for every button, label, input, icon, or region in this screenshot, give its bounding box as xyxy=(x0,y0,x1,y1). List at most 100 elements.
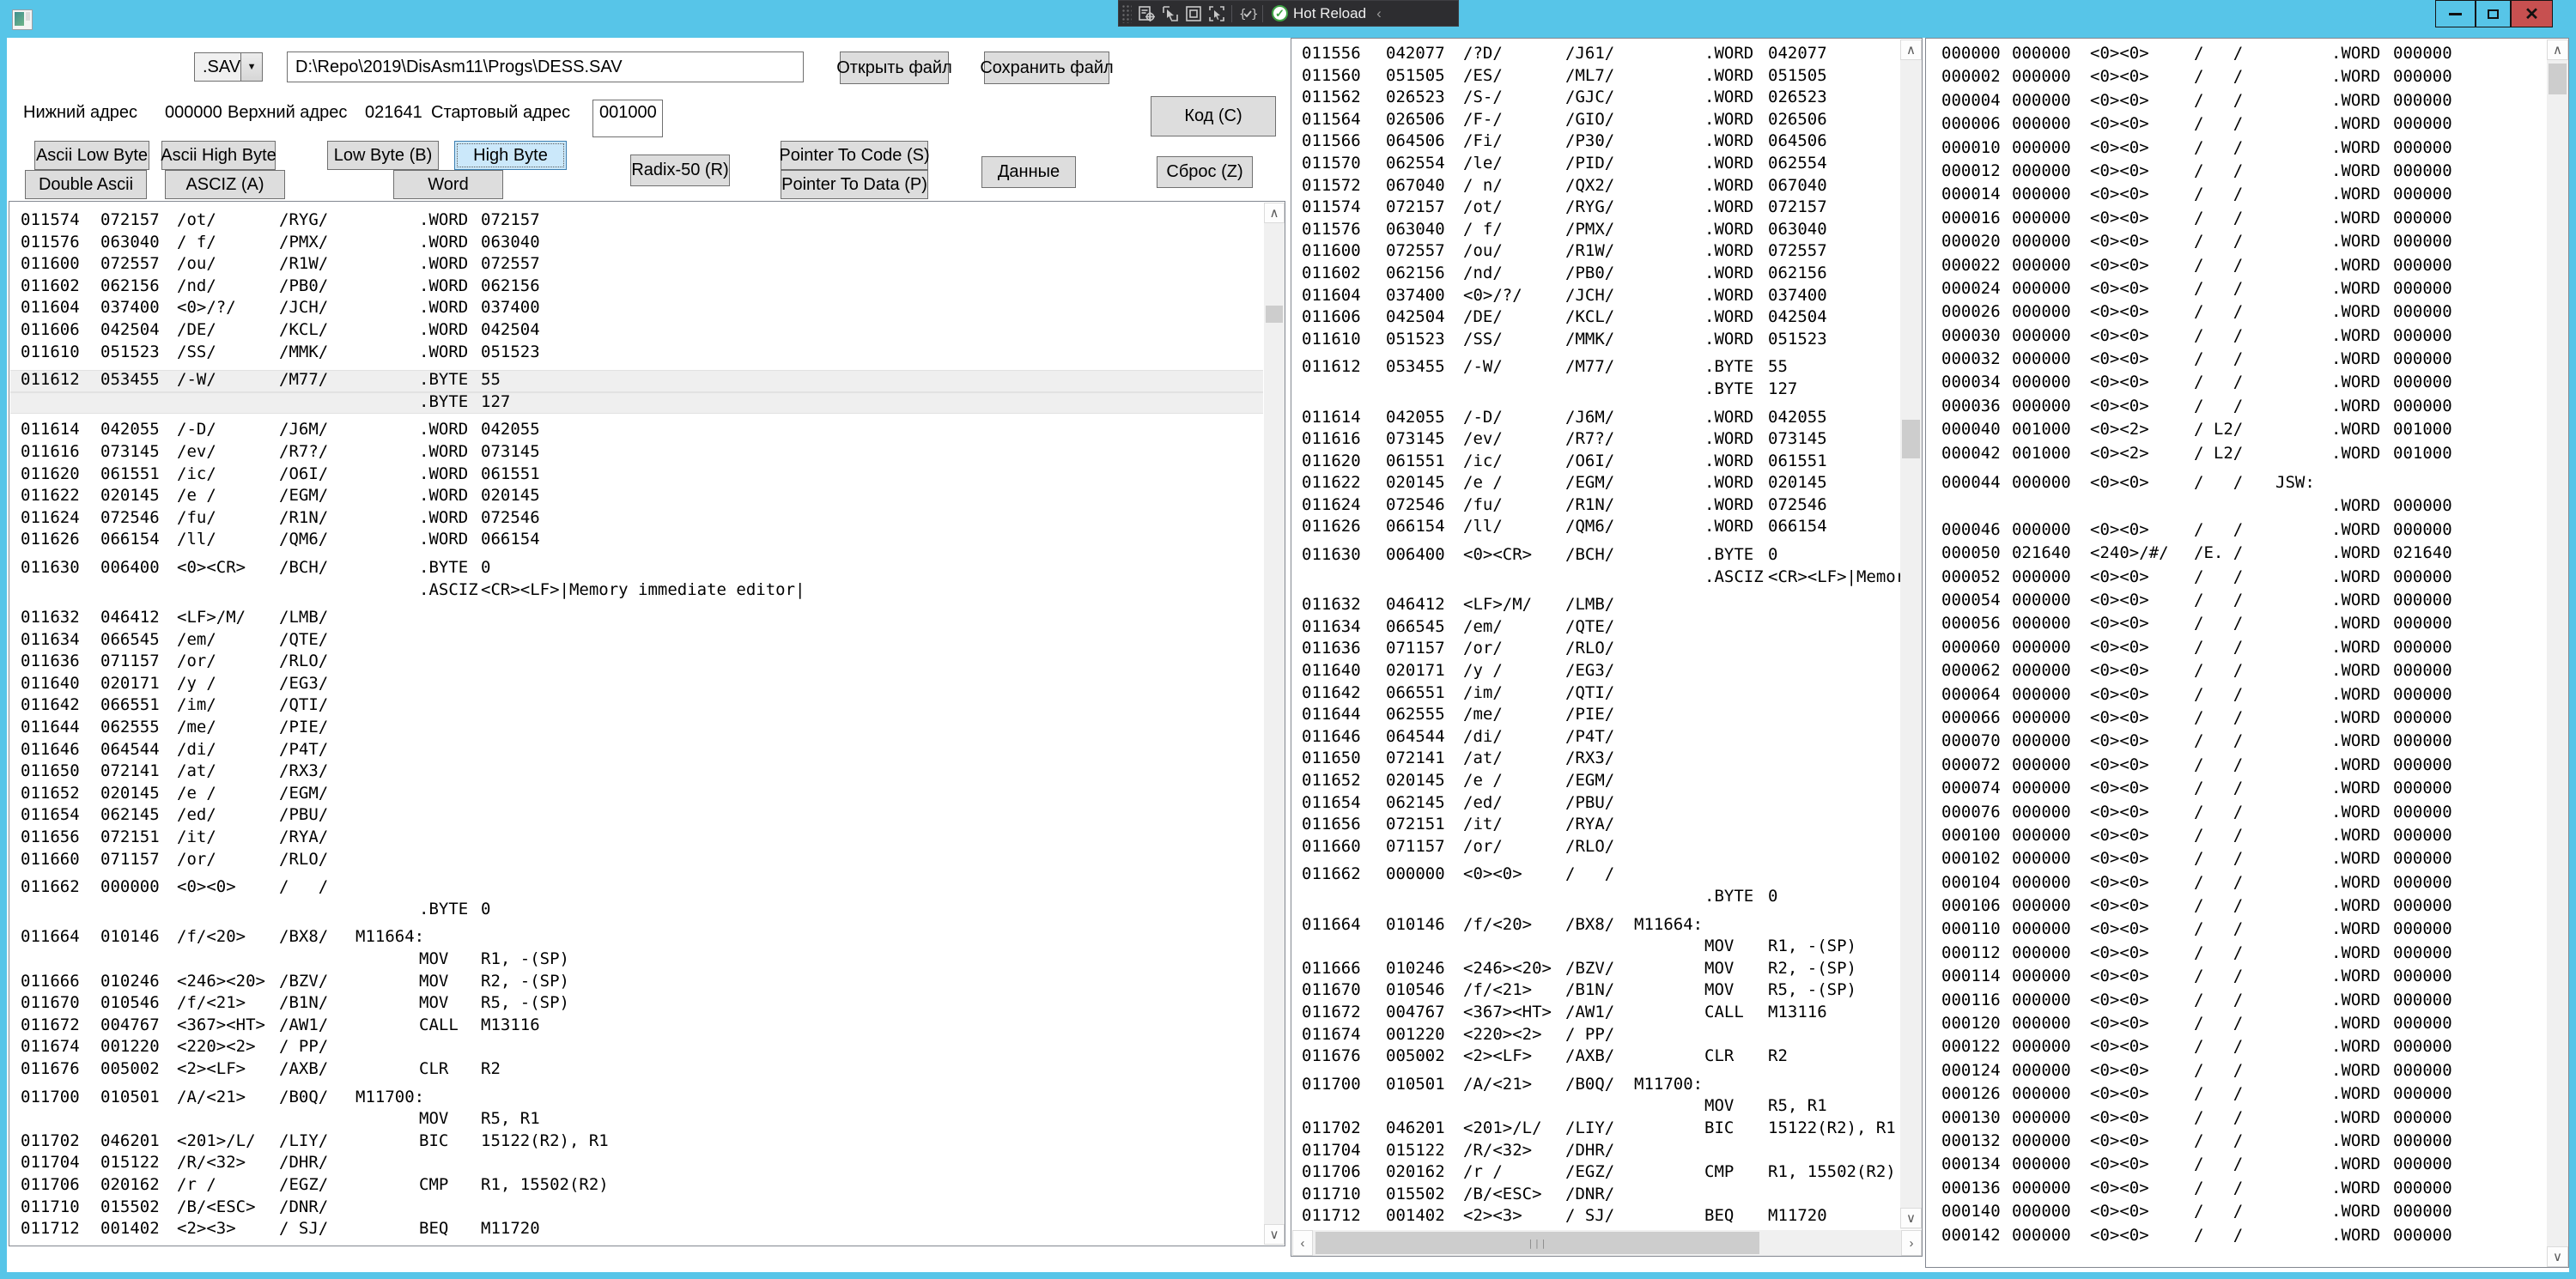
list-line[interactable]: 011612053455/-W//M77/.BYTE55 xyxy=(1292,357,1900,379)
list-line[interactable]: 011650072141/at//RX3/ xyxy=(10,761,1263,784)
list-line[interactable]: 011564026506/F-//GIO/.WORD026506 xyxy=(1292,110,1900,132)
list-line[interactable]: .BYTE127 xyxy=(10,392,1263,415)
list-line[interactable]: 011562026523/S-//GJC/.WORD026523 xyxy=(1292,88,1900,110)
scroll-left-button[interactable]: ‹ xyxy=(1292,1230,1313,1256)
dropdown-button[interactable]: ▼ xyxy=(240,53,262,81)
list-line[interactable]: 000000000000<0><0>/ /.WORD000000 xyxy=(1927,44,2547,67)
low-byte-button[interactable]: Low Byte (B) xyxy=(327,141,439,170)
list-line[interactable]: 011630006400<0><CR>/BCH/.BYTE0 xyxy=(1292,545,1900,567)
list-line[interactable]: 000014000000<0><0>/ /.WORD000000 xyxy=(1927,185,2547,208)
list-line[interactable]: 000010000000<0><0>/ /.WORD000000 xyxy=(1927,138,2547,161)
list-line[interactable]: 011706020162/r //EGZ/CMPR1, 15502(R2) xyxy=(1292,1162,1900,1185)
list-line[interactable]: 011630006400<0><CR>/BCH/.BYTE0 xyxy=(10,558,1263,580)
list-line[interactable]: 011604037400<0>/?//JCH/.WORD037400 xyxy=(1292,286,1900,308)
list-line[interactable]: 011610051523/SS//MMK/.WORD051523 xyxy=(10,342,1263,365)
list-line[interactable]: 011644062555/me//PIE/ xyxy=(10,718,1263,740)
list-line[interactable]: 011700010501/A/<21>/B0Q/M11700: xyxy=(1292,1075,1900,1097)
list-line[interactable]: 011712001402<2><3>/ SJ/BEQM11720 xyxy=(1292,1206,1900,1228)
list-line[interactable]: 000064000000<0><0>/ /.WORD000000 xyxy=(1927,685,2547,708)
scroll-right-button[interactable]: › xyxy=(1901,1230,1922,1256)
list-line[interactable]: .ASCIZ<CR><LF>|Memory xyxy=(1292,567,1900,590)
list-line[interactable]: 011616073145/ev//R7?/.WORD073145 xyxy=(10,442,1263,464)
list-line[interactable]: 011560051505/ES//ML7/.WORD051505 xyxy=(1292,66,1900,88)
list-line[interactable]: 000116000000<0><0>/ /.WORD000000 xyxy=(1927,991,2547,1014)
list-line[interactable]: 011574072157/ot//RYG/.WORD072157 xyxy=(1292,197,1900,220)
list-line[interactable]: 011644062555/me//PIE/ xyxy=(1292,705,1900,727)
list-line[interactable]: 011632046412<LF>/M//LMB/ xyxy=(1292,595,1900,617)
list-line[interactable]: 011672004767<367><HT>/AW1/CALLM13116 xyxy=(10,1015,1263,1038)
list-line[interactable]: 000132000000<0><0>/ /.WORD000000 xyxy=(1927,1131,2547,1155)
list-line[interactable]: 011674001220<220><2>/ PP/ xyxy=(10,1037,1263,1059)
word-button[interactable]: Word xyxy=(393,170,503,199)
list-line[interactable]: 000040001000<0><2>/ L2/.WORD001000 xyxy=(1927,420,2547,443)
list-line[interactable]: 011646064544/di//P4T/ xyxy=(10,740,1263,762)
list-line[interactable]: 000126000000<0><0>/ /.WORD000000 xyxy=(1927,1084,2547,1107)
list-line[interactable]: 011670010546/f/<21>/B1N/MOVR5, -(SP) xyxy=(1292,980,1900,1003)
list-line[interactable]: .BYTE0 xyxy=(1292,887,1900,909)
toolbar-grip[interactable] xyxy=(1121,4,1132,23)
list-line[interactable]: 011674001220<220><2>/ PP/ xyxy=(1292,1025,1900,1047)
list-line[interactable]: 000074000000<0><0>/ /.WORD000000 xyxy=(1927,779,2547,802)
hot-reload-button[interactable]: ✓ Hot Reload xyxy=(1267,5,1371,22)
list-line[interactable]: 011600072557/ou//R1W/.WORD072557 xyxy=(1292,241,1900,264)
reset-button[interactable]: Сброс (Z) xyxy=(1157,156,1253,188)
list-line[interactable]: 011660071157/or//RLO/ xyxy=(1292,837,1900,859)
list-line[interactable]: 000056000000<0><0>/ /.WORD000000 xyxy=(1927,614,2547,637)
list-line[interactable]: 000106000000<0><0>/ /.WORD000000 xyxy=(1927,896,2547,919)
list-line[interactable]: 011666010246<246><20>/BZV/MOVR2, -(SP) xyxy=(10,972,1263,994)
list-line[interactable]: 011656072151/it//RYA/ xyxy=(10,827,1263,850)
list-line[interactable]: 000076000000<0><0>/ /.WORD000000 xyxy=(1927,803,2547,826)
list-line[interactable]: 011602062156/nd//PB0/.WORD062156 xyxy=(10,276,1263,299)
list-line[interactable]: 011604037400<0>/?//JCH/.WORD037400 xyxy=(10,298,1263,320)
list-line[interactable]: 011600072557/ou//R1W/.WORD072557 xyxy=(10,254,1263,276)
code-button[interactable]: Код (C) xyxy=(1151,96,1276,136)
memory-list-main[interactable]: 011574072157/ot//RYG/.WORD07215701157606… xyxy=(9,201,1285,1246)
list-line[interactable]: 011664010146/f/<20>/BX8/M11664: xyxy=(10,927,1263,949)
list-line[interactable]: 011620061551/ic//O6I/.WORD061551 xyxy=(10,464,1263,487)
list-line[interactable]: 011704015122/R/<32>/DHR/ xyxy=(10,1153,1263,1175)
list-line[interactable]: 011574072157/ot//RYG/.WORD072157 xyxy=(10,210,1263,233)
list-line[interactable]: 000022000000<0><0>/ /.WORD000000 xyxy=(1927,256,2547,279)
list-line[interactable]: 000142000000<0><0>/ /.WORD000000 xyxy=(1927,1226,2547,1249)
list-line[interactable]: 011672004767<367><HT>/AW1/CALLM13116 xyxy=(1292,1003,1900,1025)
list-line[interactable]: 011576063040/ f//PMX/.WORD063040 xyxy=(10,233,1263,255)
asciz-button[interactable]: ASCIZ (A) xyxy=(165,170,285,199)
list-line[interactable]: 011666010246<246><20>/BZV/MOVR2, -(SP) xyxy=(1292,959,1900,981)
list-line[interactable]: 000044000000<0><0>/ /JSW: xyxy=(1927,473,2547,496)
list-line[interactable]: 000032000000<0><0>/ /.WORD000000 xyxy=(1927,349,2547,373)
list-line[interactable]: 011650072141/at//RX3/ xyxy=(1292,749,1900,771)
list-line[interactable]: 000102000000<0><0>/ /.WORD000000 xyxy=(1927,849,2547,872)
list-line[interactable]: 000114000000<0><0>/ /.WORD000000 xyxy=(1927,967,2547,990)
list-line[interactable]: 011640020171/y //EG3/ xyxy=(1292,661,1900,683)
minimize-button[interactable] xyxy=(2435,0,2476,27)
show-my-xaml-icon[interactable]: {} xyxy=(1236,3,1259,24)
list-line[interactable]: 011712001402<2><3>/ SJ/BEQM11720 xyxy=(10,1219,1263,1241)
list-line[interactable]: 011642066551/im//QTI/ xyxy=(1292,683,1900,706)
list-line[interactable]: 011602062156/nd//PB0/.WORD062156 xyxy=(1292,264,1900,286)
list-line[interactable]: 000104000000<0><0>/ /.WORD000000 xyxy=(1927,873,2547,896)
left-vertical-scrollbar[interactable]: ∧ ∨ xyxy=(1264,203,1285,1245)
list-line[interactable]: .BYTE127 xyxy=(1292,379,1900,402)
scroll-down-button[interactable]: ∨ xyxy=(2547,1246,2568,1267)
list-line[interactable]: 011652020145/e //EGM/ xyxy=(10,784,1263,806)
scroll-up-button[interactable]: ∧ xyxy=(1900,39,1922,60)
list-line[interactable]: 011570062554/le//PID/.WORD062554 xyxy=(1292,154,1900,176)
list-line[interactable]: 000036000000<0><0>/ /.WORD000000 xyxy=(1927,397,2547,420)
memory-list-middle[interactable]: 011556042077/?D//J61/.WORD04207701156005… xyxy=(1291,38,1923,1257)
list-line[interactable]: 000034000000<0><0>/ /.WORD000000 xyxy=(1927,373,2547,396)
scrollbar-thumb[interactable] xyxy=(1266,306,1283,323)
double-ascii-button[interactable]: Double Ascii xyxy=(25,170,147,199)
list-line[interactable]: 011636071157/or//RLO/ xyxy=(10,652,1263,674)
list-line[interactable]: 011610051523/SS//MMK/.WORD051523 xyxy=(1292,330,1900,352)
list-line[interactable]: 011626066154/ll//QM6/.WORD066154 xyxy=(1292,517,1900,539)
list-line[interactable]: 000030000000<0><0>/ /.WORD000000 xyxy=(1927,326,2547,349)
save-file-button[interactable]: Сохранить файл xyxy=(984,52,1109,84)
list-line[interactable]: 011706020162/r //EGZ/CMPR1, 15502(R2) xyxy=(10,1175,1263,1197)
list-line[interactable]: 011614042055/-D//J6M/.WORD042055 xyxy=(10,420,1263,442)
list-line[interactable]: 000060000000<0><0>/ /.WORD000000 xyxy=(1927,638,2547,661)
list-line[interactable]: 000046000000<0><0>/ /.WORD000000 xyxy=(1927,520,2547,543)
list-line[interactable]: .ASCIZ<CR><LF>|Memory immediate editor| xyxy=(10,580,1263,603)
list-line[interactable]: MOVR5, R1 xyxy=(1292,1096,1900,1118)
list-line[interactable]: 011656072151/it//RYA/ xyxy=(1292,815,1900,837)
list-line[interactable]: 011676005002<2><LF>/AXB/CLRR2 xyxy=(10,1059,1263,1082)
